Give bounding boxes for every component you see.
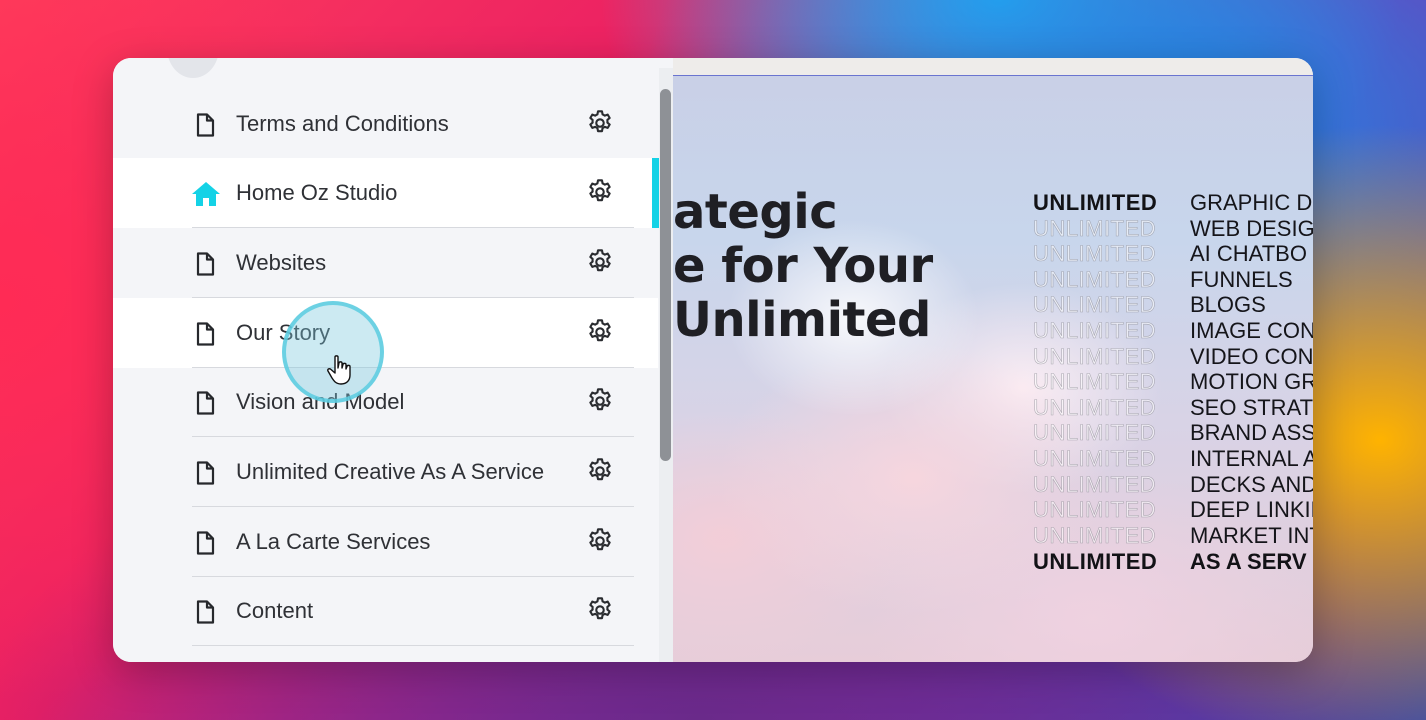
page-icon <box>192 530 218 556</box>
page-icon <box>192 321 218 347</box>
unlimited-word: UNLIMITED <box>1033 215 1157 241</box>
divider <box>192 645 634 646</box>
service-name: DEEP LINKIN <box>1190 497 1313 523</box>
service-row: UNLIMITED BLOGS <box>1033 292 1313 318</box>
page-item-label: Terms and Conditions <box>236 111 449 136</box>
service-name: GRAPHIC D <box>1190 190 1313 215</box>
service-row: UNLIMITED AI CHATBO <box>1033 241 1313 267</box>
service-row: UNLIMITED MARKET INT <box>1033 522 1313 549</box>
final-line: AS A SERV <box>1190 549 1307 575</box>
scrollbar-thumb[interactable] <box>660 89 671 461</box>
home-icon <box>191 181 221 207</box>
service-name: MOTION GR <box>1190 369 1313 395</box>
page-item-label: Websites <box>236 250 327 275</box>
service-row: UNLIMITED GRAPHIC D <box>1033 190 1313 216</box>
service-row: UNLIMITED IMAGE CON <box>1033 318 1313 344</box>
service-name: IMAGE CON <box>1190 317 1313 343</box>
service-name: INTERNAL A <box>1190 445 1313 471</box>
page-item-label: Home Oz Studio <box>236 180 398 205</box>
page-item[interactable]: Content <box>113 576 658 646</box>
gear-icon[interactable] <box>586 457 614 485</box>
service-row: UNLIMITED WEB DESIG <box>1033 215 1313 242</box>
service-row: UNLIMITED DEEP LINKIN <box>1033 497 1313 523</box>
unlimited-word: UNLIMITED <box>1033 497 1157 523</box>
service-name: BRAND ASS <box>1190 420 1313 446</box>
gear-icon[interactable] <box>586 109 614 137</box>
service-name: VIDEO CON <box>1190 343 1313 369</box>
unlimited-word: UNLIMITED <box>1033 549 1158 575</box>
page-icon <box>192 390 218 416</box>
service-name: WEB DESIG <box>1190 215 1313 241</box>
unlimited-word: UNLIMITED <box>1033 190 1158 215</box>
unlimited-word: UNLIMITED <box>1033 369 1157 395</box>
unlimited-word: UNLIMITED <box>1033 343 1157 369</box>
unlimited-word: UNLIMITED <box>1033 445 1157 472</box>
active-page-indicator <box>652 158 659 228</box>
service-row: UNLIMITED VIDEO CON <box>1033 343 1313 370</box>
service-name: FUNNELS <box>1190 266 1293 292</box>
service-name: AI CHATBO <box>1190 241 1307 267</box>
services-list: UNLIMITED GRAPHIC D UNLIMITED WEB DESIG UNLI… <box>1033 190 1313 575</box>
unlimited-word: UNLIMITED <box>1033 292 1157 318</box>
page-item[interactable]: A La Carte Services <box>113 507 658 577</box>
page-item-label: Unlimited Creative As A Service <box>236 459 545 484</box>
unlimited-word: UNLIMITED <box>1033 241 1157 267</box>
gear-icon[interactable] <box>586 596 614 624</box>
page-item[interactable]: Vision and Model <box>113 367 658 437</box>
service-name: DECKS AND <box>1190 471 1313 497</box>
page-icon <box>192 251 218 277</box>
service-row: UNLIMITED INTERNAL A <box>1033 446 1313 472</box>
unlimited-word: UNLIMITED <box>1033 394 1157 420</box>
hand-cursor-icon <box>327 355 351 385</box>
service-row: UNLIMITED SEO STRATI <box>1033 394 1313 421</box>
page-item[interactable]: Our Story <box>113 298 658 368</box>
service-row: UNLIMITED MOTION GR <box>1033 369 1313 395</box>
page-icon <box>192 112 218 138</box>
pages-panel: Terms and Conditions Home Oz Studio Websit… <box>113 58 673 662</box>
service-name: MARKET INT <box>1190 522 1313 548</box>
unlimited-word: UNLIMITED <box>1033 266 1157 292</box>
page-icon <box>192 460 218 486</box>
page-item[interactable]: Unlimited Creative As A Service <box>113 437 658 507</box>
headline-line-3: Unlimited <box>673 292 931 348</box>
headline-line-2: e for Your <box>673 238 933 294</box>
page-item[interactable]: Home Oz Studio <box>113 158 658 228</box>
preview-top-bar <box>673 58 1313 76</box>
page-item[interactable]: Websites <box>113 228 658 298</box>
avatar <box>167 58 219 78</box>
page-item-label: A La Carte Services <box>236 529 431 554</box>
service-row: UNLIMITED BRAND ASS <box>1033 420 1313 446</box>
gear-icon[interactable] <box>586 248 614 276</box>
unlimited-word: UNLIMITED <box>1033 522 1157 548</box>
unlimited-word: UNLIMITED <box>1033 317 1157 344</box>
gear-icon[interactable] <box>586 387 614 415</box>
page-preview[interactable]: ategic e for Your Unlimited UNLIMITED GRA… <box>673 58 1313 662</box>
unlimited-word: UNLIMITED <box>1033 471 1157 497</box>
page-item-label: Content <box>236 598 314 623</box>
click-indicator <box>282 301 384 403</box>
headline-line-1: ategic <box>673 184 838 240</box>
service-row: UNLIMITED DECKS AND <box>1033 471 1313 498</box>
gear-icon[interactable] <box>586 178 614 206</box>
service-name: SEO STRATI <box>1190 394 1313 420</box>
service-row: UNLIMITED FUNNELS <box>1033 266 1313 293</box>
gear-icon[interactable] <box>586 318 614 346</box>
service-row-final: UNLIMITED AS A SERV <box>1033 549 1313 575</box>
gear-icon[interactable] <box>586 527 614 555</box>
page-item[interactable]: Terms and Conditions <box>113 89 658 159</box>
page-icon <box>192 599 218 625</box>
unlimited-word: UNLIMITED <box>1033 420 1157 446</box>
service-name: BLOGS <box>1190 292 1266 318</box>
